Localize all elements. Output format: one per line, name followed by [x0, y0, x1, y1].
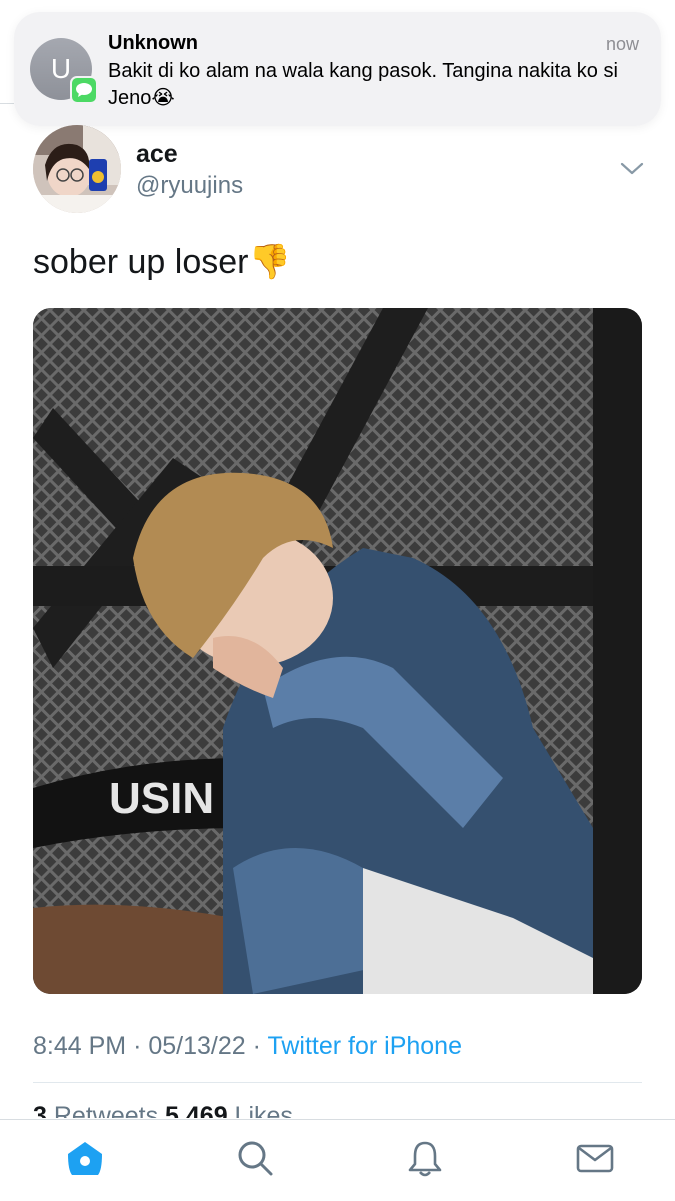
mail-icon[interactable] [575, 1138, 615, 1178]
tweet-source-link[interactable]: Twitter for iPhone [267, 1032, 462, 1060]
retweets-label[interactable]: Retweets [54, 1102, 158, 1118]
display-name[interactable]: ace [136, 140, 178, 169]
chevron-down-icon[interactable] [618, 158, 646, 178]
tweet-stats: 3 Retweets 5,469 Likes [33, 1102, 293, 1118]
home-icon[interactable] [65, 1138, 105, 1178]
retweets-count[interactable]: 3 [33, 1102, 47, 1118]
likes-label[interactable]: Likes [235, 1102, 293, 1118]
header-divider [0, 103, 14, 104]
stats-divider [33, 1082, 642, 1083]
tweet-time: 8:44 PM [33, 1032, 127, 1060]
bottom-tab-bar [0, 1119, 675, 1201]
meta-separator: · [133, 1032, 142, 1060]
bell-icon[interactable] [405, 1138, 445, 1178]
meta-separator-2: · [252, 1032, 261, 1060]
notification-message: Bakit di ko alam na wala kang pasok. Tan… [108, 60, 618, 109]
profile-avatar[interactable] [33, 125, 121, 213]
tweet-meta: 8:44 PM · 05/13/22 · Twitter for iPhone [33, 1032, 462, 1061]
tweet-photo[interactable]: USIN [33, 308, 642, 994]
search-icon[interactable] [235, 1138, 275, 1178]
likes-count[interactable]: 5,469 [165, 1102, 228, 1118]
notification-time: now [605, 34, 639, 54]
notification-sender: Unknown [108, 32, 198, 54]
chair-text: USIN [109, 774, 214, 823]
messages-icon [70, 76, 98, 104]
tweet-date: 05/13/22 [148, 1032, 246, 1060]
notification-banner[interactable]: U Unknown now Bakit di ko alam na wala k… [14, 12, 661, 126]
tweet-text: sober up loser👎 [33, 243, 291, 281]
user-handle[interactable]: @ryuujins [136, 172, 243, 200]
sender-initial: U [50, 53, 72, 84]
